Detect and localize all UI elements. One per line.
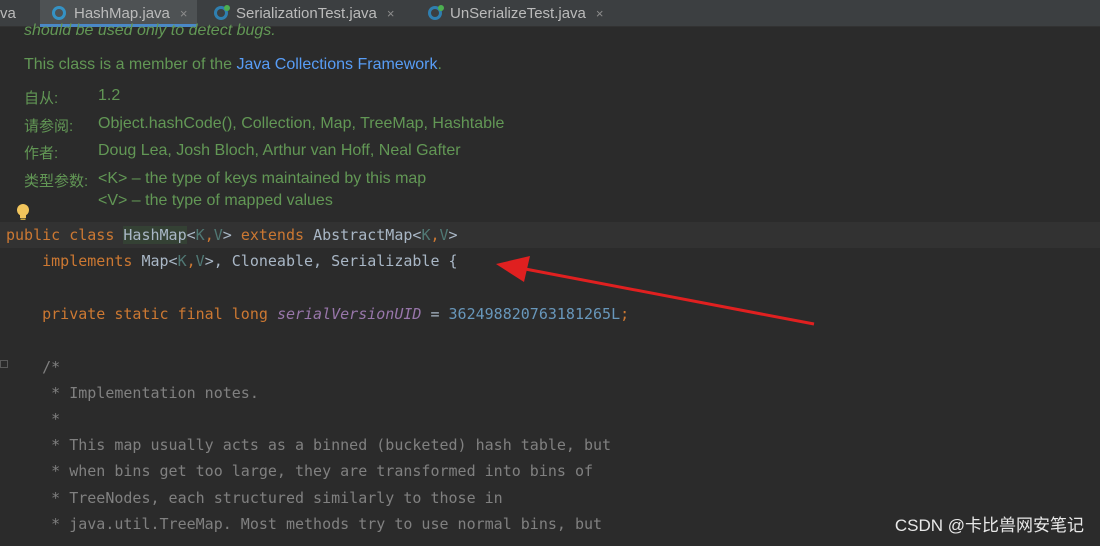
watermark: CSDN @卡比兽网安笔记	[894, 516, 1084, 535]
red-annotation-arrow	[496, 256, 815, 326]
arrow-head	[496, 256, 530, 282]
arrow-shaft	[519, 266, 815, 326]
